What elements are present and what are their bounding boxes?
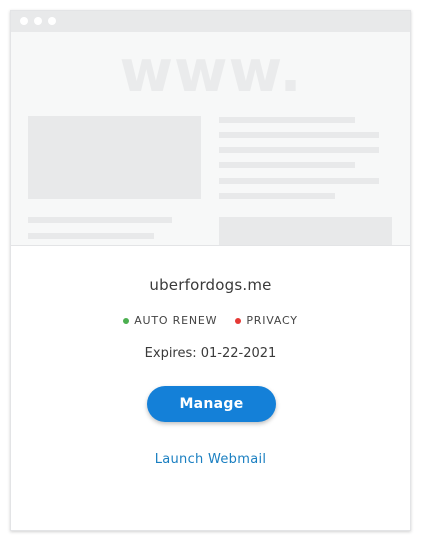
status-dot-icon bbox=[235, 317, 242, 324]
window-dot-icon bbox=[20, 17, 28, 25]
text-line-placeholder bbox=[219, 147, 379, 153]
window-dot-icon bbox=[34, 17, 42, 25]
status-label: AUTO RENEW bbox=[134, 314, 218, 327]
text-line-placeholder bbox=[219, 132, 379, 138]
text-line-placeholder bbox=[219, 162, 355, 168]
status-dot-icon bbox=[123, 317, 130, 324]
browser-bar bbox=[11, 11, 410, 32]
text-line-placeholder bbox=[219, 193, 335, 199]
status-privacy: PRIVACY bbox=[235, 314, 297, 327]
text-line-placeholder bbox=[219, 117, 355, 123]
text-line-placeholder bbox=[28, 217, 172, 223]
manage-button[interactable]: Manage bbox=[147, 386, 276, 422]
status-label: PRIVACY bbox=[246, 314, 298, 327]
www-watermark: www. bbox=[119, 37, 303, 105]
domain-card: www. uberfordogs.me AUTO RENEW PRIVACY E… bbox=[10, 10, 411, 531]
window-dot-icon bbox=[48, 17, 56, 25]
block-placeholder bbox=[219, 217, 392, 245]
status-list: AUTO RENEW PRIVACY bbox=[11, 314, 410, 327]
image-placeholder bbox=[28, 116, 201, 199]
status-auto-renew: AUTO RENEW bbox=[123, 314, 217, 327]
website-preview: www. bbox=[11, 11, 410, 246]
launch-webmail-link[interactable]: Launch Webmail bbox=[11, 452, 410, 467]
domain-name: uberfordogs.me bbox=[149, 276, 272, 294]
expiration-date: Expires: 01-22-2021 bbox=[144, 346, 277, 361]
text-line-placeholder bbox=[219, 178, 379, 184]
text-line-placeholder bbox=[28, 233, 154, 239]
